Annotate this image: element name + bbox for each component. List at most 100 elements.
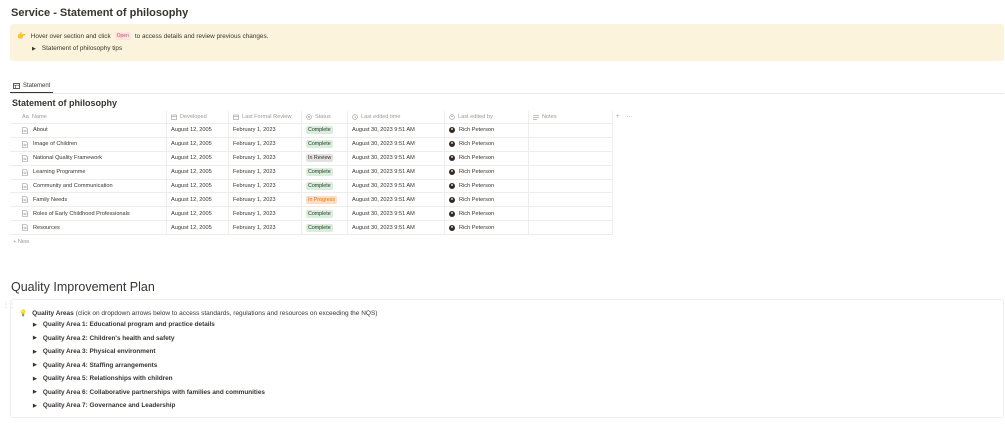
page-icon bbox=[22, 141, 28, 148]
quality-area-toggle[interactable]: ▶ Quality Area 4: Staffing arrangements bbox=[33, 362, 157, 369]
text-lines-icon bbox=[533, 114, 539, 120]
row-name-cell[interactable]: Learning Programme bbox=[10, 165, 167, 179]
table-bottom-border bbox=[10, 234, 613, 236]
tab-statement[interactable]: Statement bbox=[10, 79, 54, 93]
edited-time: August 30, 2023 9:51 AM bbox=[352, 169, 415, 176]
status-cell[interactable]: Complete bbox=[302, 137, 348, 151]
column-header-last-edited-by[interactable]: Last edited by bbox=[445, 111, 529, 123]
developed-cell[interactable]: August 12, 2005 bbox=[167, 137, 229, 151]
avatar bbox=[449, 224, 455, 231]
new-row-button[interactable]: + New bbox=[13, 239, 29, 245]
column-header-last-edited-time[interactable]: Last edited time bbox=[348, 111, 445, 123]
row-name: About bbox=[33, 127, 48, 134]
notes-cell[interactable] bbox=[529, 221, 613, 235]
row-name-cell[interactable]: Roles of Early Childhood Professionals bbox=[10, 207, 167, 221]
edited-time-cell: August 30, 2023 9:51 AM bbox=[348, 137, 445, 151]
table-row[interactable]: Learning Programme August 12, 2005 Februar… bbox=[10, 164, 613, 179]
developed-date: August 12, 2005 bbox=[171, 127, 212, 134]
row-name-cell[interactable]: Image of Children bbox=[10, 137, 167, 151]
table-row[interactable]: Resources August 12, 2005 February 1, 2023… bbox=[10, 220, 613, 235]
column-header-developed[interactable]: Developed bbox=[167, 111, 229, 123]
quality-area-toggle[interactable]: ▶ Quality Area 7: Governance and Leadersh… bbox=[33, 402, 175, 409]
review-cell[interactable]: February 1, 2023 bbox=[229, 137, 302, 151]
triangle-right-icon[interactable]: ▶ bbox=[33, 322, 37, 328]
status-cell[interactable]: In Progress bbox=[302, 193, 348, 207]
review-date: February 1, 2023 bbox=[233, 155, 276, 162]
row-name: National Quality Framework bbox=[33, 155, 103, 162]
table-row[interactable]: National Quality Framework August 12, 200… bbox=[10, 150, 613, 165]
status-cell[interactable]: In Review bbox=[302, 151, 348, 165]
review-cell[interactable]: February 1, 2023 bbox=[229, 124, 302, 137]
triangle-right-icon[interactable]: ▶ bbox=[33, 403, 37, 409]
row-name-cell[interactable]: Community and Communication bbox=[10, 179, 167, 193]
developed-date: August 12, 2005 bbox=[171, 210, 212, 217]
notes-cell[interactable] bbox=[529, 137, 613, 151]
status-cell[interactable]: Complete bbox=[302, 165, 348, 179]
philosophy-tips-toggle[interactable]: ▶ Statement of philosophy tips bbox=[32, 45, 122, 52]
notes-cell[interactable] bbox=[529, 193, 613, 207]
avatar bbox=[449, 210, 455, 217]
database-title[interactable]: Statement of philosophy bbox=[12, 98, 117, 108]
status-cell[interactable]: Complete bbox=[302, 221, 348, 235]
add-column-button[interactable]: + bbox=[616, 114, 620, 120]
table-row[interactable]: Image of Children August 12, 2005 February… bbox=[10, 136, 613, 151]
column-header-status[interactable]: Status bbox=[302, 111, 348, 123]
notes-cell[interactable] bbox=[529, 151, 613, 165]
review-cell[interactable]: February 1, 2023 bbox=[229, 221, 302, 235]
column-header-name[interactable]: Aa Name bbox=[10, 111, 167, 123]
edited-by-cell: Rich Peterson bbox=[445, 165, 529, 179]
quality-area-toggle[interactable]: ▶ Quality Area 2: Children's health and s… bbox=[33, 335, 174, 342]
review-cell[interactable]: February 1, 2023 bbox=[229, 193, 302, 207]
row-name-cell[interactable]: National Quality Framework bbox=[10, 151, 167, 165]
developed-cell[interactable]: August 12, 2005 bbox=[167, 221, 229, 235]
quality-area-toggle[interactable]: ▶ Quality Area 1: Educational program and… bbox=[33, 321, 215, 328]
table-row[interactable]: Family Needs August 12, 2005 February 1, 2… bbox=[10, 192, 613, 207]
triangle-right-icon[interactable]: ▶ bbox=[33, 376, 37, 382]
column-header-notes[interactable]: Notes bbox=[529, 111, 613, 123]
text-type-icon: Aa bbox=[22, 114, 29, 120]
table-row[interactable]: About August 12, 2005 February 1, 2023 Comp… bbox=[10, 123, 613, 137]
triangle-right-icon[interactable]: ▶ bbox=[33, 349, 37, 355]
triangle-right-icon[interactable]: ▶ bbox=[33, 389, 37, 395]
review-cell[interactable]: February 1, 2023 bbox=[229, 179, 302, 193]
notes-cell[interactable] bbox=[529, 207, 613, 221]
edited-by-cell: Rich Peterson bbox=[445, 207, 529, 221]
row-name-cell[interactable]: Family Needs bbox=[10, 193, 167, 207]
more-options-button[interactable]: ··· bbox=[627, 114, 633, 120]
developed-cell[interactable]: August 12, 2005 bbox=[167, 207, 229, 221]
triangle-right-icon[interactable]: ▶ bbox=[33, 335, 37, 341]
table-row[interactable]: Community and Communication August 12, 20… bbox=[10, 178, 613, 193]
notes-cell[interactable] bbox=[529, 124, 613, 137]
review-cell[interactable]: February 1, 2023 bbox=[229, 207, 302, 221]
developed-cell[interactable]: August 12, 2005 bbox=[167, 165, 229, 179]
pointing-hand-icon: 👉 bbox=[17, 33, 26, 40]
status-cell[interactable]: Complete bbox=[302, 179, 348, 193]
status-cell[interactable]: Complete bbox=[302, 124, 348, 137]
developed-cell[interactable]: August 12, 2005 bbox=[167, 151, 229, 165]
column-label: Notes bbox=[542, 114, 557, 120]
edited-by: Rich Peterson bbox=[459, 224, 495, 231]
status-badge: Complete bbox=[306, 209, 333, 218]
triangle-right-icon[interactable]: ▶ bbox=[32, 46, 36, 52]
review-cell[interactable]: February 1, 2023 bbox=[229, 151, 302, 165]
status-cell[interactable]: Complete bbox=[302, 207, 348, 221]
developed-cell[interactable]: August 12, 2005 bbox=[167, 179, 229, 193]
quality-area-toggle[interactable]: ▶ Quality Area 3: Physical environment bbox=[33, 348, 156, 355]
edited-by-cell: Rich Peterson bbox=[445, 179, 529, 193]
triangle-right-icon[interactable]: ▶ bbox=[33, 362, 37, 368]
quality-area-toggle[interactable]: ▶ Quality Area 5: Relationships with chil… bbox=[33, 375, 173, 382]
developed-cell[interactable]: August 12, 2005 bbox=[167, 124, 229, 137]
table-row[interactable]: Roles of Early Childhood Professionals Au… bbox=[10, 206, 613, 221]
notes-cell[interactable] bbox=[529, 165, 613, 179]
avatar bbox=[449, 155, 455, 162]
row-name-cell[interactable]: Resources bbox=[10, 221, 167, 235]
page-icon bbox=[22, 210, 28, 218]
notes-cell[interactable] bbox=[529, 179, 613, 193]
review-cell[interactable]: February 1, 2023 bbox=[229, 165, 302, 179]
column-header-last-formal-review[interactable]: Last Formal Review bbox=[229, 111, 302, 123]
developed-date: August 12, 2005 bbox=[171, 141, 212, 148]
developed-cell[interactable]: August 12, 2005 bbox=[167, 193, 229, 207]
edited-by-cell: Rich Peterson bbox=[445, 124, 529, 137]
row-name-cell[interactable]: About bbox=[10, 124, 167, 137]
quality-area-toggle[interactable]: ▶ Quality Area 6: Collaborative partnersh… bbox=[33, 389, 265, 396]
